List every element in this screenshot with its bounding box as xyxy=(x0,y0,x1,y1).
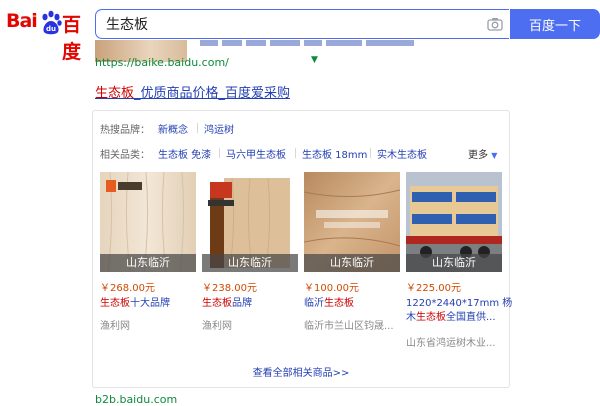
product-name-text: 全国直供... xyxy=(446,312,496,323)
baidu-paw-icon: du xyxy=(42,10,62,35)
more-categories-button[interactable]: 更多 ▼ xyxy=(468,146,497,161)
related-category-link[interactable]: 生态板 免漆 xyxy=(158,146,211,161)
hot-brand-link[interactable]: 鸿运树 xyxy=(204,121,234,136)
product-name-keyword: 生态板 xyxy=(202,298,232,309)
search-button[interactable]: 百度一下 xyxy=(510,9,600,39)
product-name-text: 品牌 xyxy=(232,298,252,309)
baidu-logo[interactable]: Bai du 百度 xyxy=(6,8,94,63)
divider xyxy=(219,148,220,158)
divider xyxy=(370,148,371,158)
divider xyxy=(295,148,296,158)
svg-text:du: du xyxy=(46,25,56,33)
product-name-text: 十大品牌 xyxy=(130,298,170,309)
related-category-link[interactable]: 生态板 18mm xyxy=(302,146,367,161)
product-name-keyword: 生态板 xyxy=(416,312,446,323)
logo-text-bai: Bai xyxy=(6,10,38,32)
camera-icon[interactable] xyxy=(487,17,503,31)
product-price: ￥100.00元 xyxy=(304,283,359,294)
product-shop: 山东省鸿运树木业... xyxy=(406,338,496,349)
view-all-products-link[interactable]: 查看全部相关商品>> xyxy=(92,364,510,379)
product-location: 山东临沂 xyxy=(202,254,298,272)
result-title-link[interactable]: 生态板_优质商品价格_百度爱采购 xyxy=(95,82,290,101)
previous-result-url[interactable]: https://baike.baidu.com/ xyxy=(95,56,229,69)
product-location: 山东临沂 xyxy=(406,254,502,272)
product-name-line: 木生态板全国直供... xyxy=(406,311,512,325)
product-name-text: 临沂 xyxy=(304,298,324,309)
product-name-link[interactable]: 1220*2440*17mm 杨 木生态板全国直供... xyxy=(406,297,512,325)
product-name-link[interactable]: 生态板十大品牌 xyxy=(100,297,170,311)
product-shop: 渔利网 xyxy=(202,321,232,332)
product-location: 山东临沂 xyxy=(100,254,196,272)
related-category-link[interactable]: 马六甲生态板 xyxy=(226,146,286,161)
previous-result-links xyxy=(200,40,460,50)
product-name-link[interactable]: 临沂生态板 xyxy=(304,297,354,311)
more-label: 更多 xyxy=(468,150,488,161)
product-name-link[interactable]: 生态板品牌 xyxy=(202,297,252,311)
divider xyxy=(197,123,198,133)
product-shop: 渔利网 xyxy=(100,321,130,332)
hot-brands-label: 热搜品牌： xyxy=(100,125,150,136)
product-location: 山东临沂 xyxy=(304,254,400,272)
hot-brand-link[interactable]: 新概念 xyxy=(158,121,188,136)
related-categories-label: 相关品类： xyxy=(100,150,150,161)
product-price: ￥225.00元 xyxy=(406,283,461,294)
product-name-line: 1220*2440*17mm 杨 xyxy=(406,298,513,309)
logo-text-du: 百度 xyxy=(62,14,82,63)
search-input[interactable] xyxy=(95,9,509,39)
product-price: ￥238.00元 xyxy=(202,283,257,294)
related-category-link[interactable]: 实木生态板 xyxy=(377,146,427,161)
product-shop: 临沂市兰山区钧晟... xyxy=(304,321,394,332)
result-title-text: _优质商品价格_百度爱采购 xyxy=(134,86,291,101)
product-name-keyword: 生态板 xyxy=(100,298,130,309)
caret-down-icon: ▼ xyxy=(491,151,498,160)
url-dropdown-icon[interactable]: ▼ xyxy=(311,55,318,65)
result-title-keyword: 生态板 xyxy=(95,86,135,101)
product-name-text: 木 xyxy=(406,312,416,323)
product-price: ￥268.00元 xyxy=(100,283,155,294)
product-name-keyword: 生态板 xyxy=(324,298,354,309)
